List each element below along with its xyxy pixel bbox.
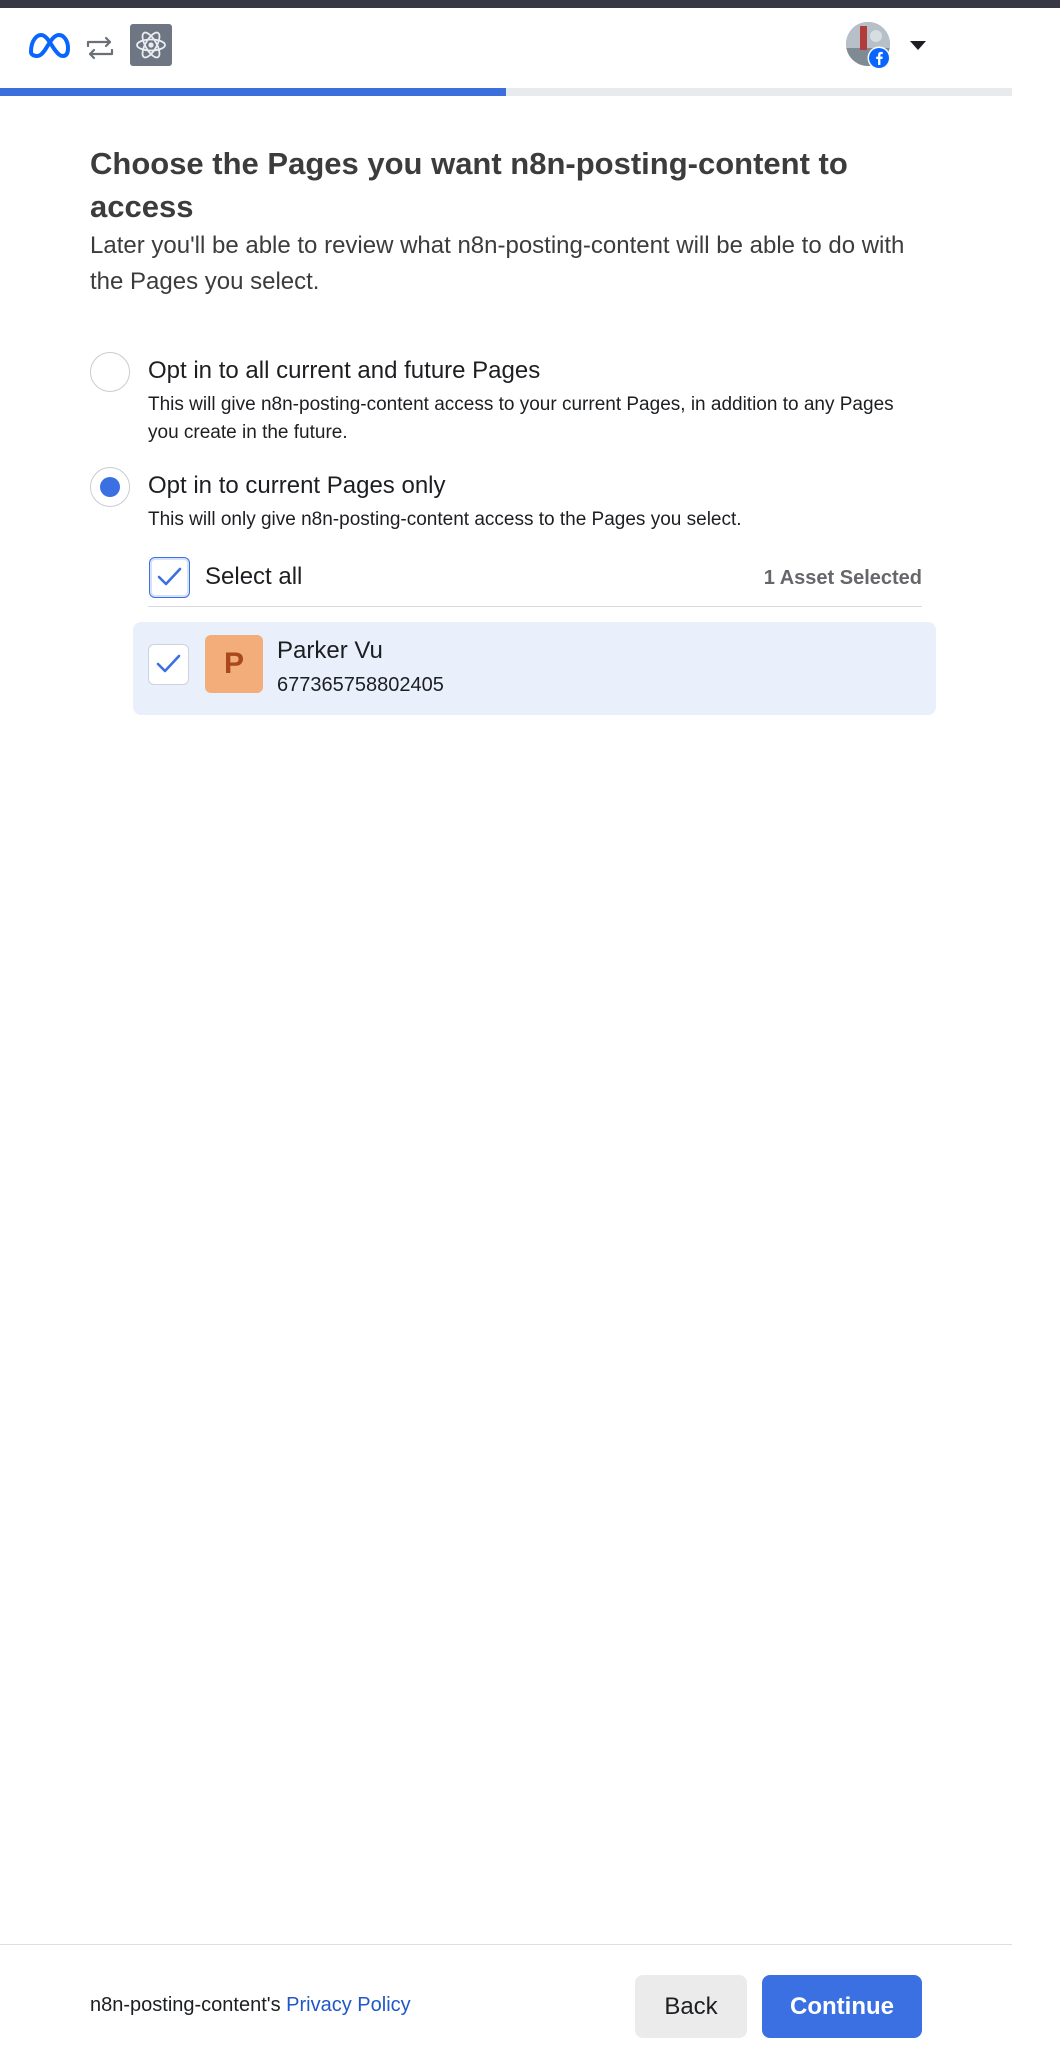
select-all-checkbox[interactable] [149,557,190,598]
arrows-exchange-icon [86,36,114,60]
header [0,8,1012,96]
option-current-pages-title: Opt in to current Pages only [148,472,446,499]
atom-icon [136,31,166,59]
page-checkbox[interactable] [148,644,189,685]
continue-button[interactable]: Continue [762,1975,922,2038]
option-all-pages-title: Opt in to all current and future Pages [148,357,541,384]
radio-all-pages[interactable] [90,352,130,392]
footer-policy: n8n-posting-content's Privacy Policy [90,1992,411,2018]
option-current-pages-description: This will only give n8n-posting-content … [148,509,742,530]
page-title: Choose the Pages you want n8n-posting-co… [90,146,848,224]
radio-current-pages[interactable] [90,467,130,507]
asset-count: 1 Asset Selected [763,567,922,589]
checkmark-icon [156,654,181,673]
page-id: 677365758802405 [277,674,444,696]
meta-infinity-icon [29,33,70,58]
top-strip [0,0,1060,8]
policy-prefix: n8n-posting-content's [90,1994,287,2016]
option-all-pages-description: This will give n8n-posting-content acces… [148,394,894,443]
app-atom-icon [130,24,172,66]
page-avatar: P [205,635,263,693]
page-name: Parker Vu [277,637,383,664]
facebook-icon [867,46,891,70]
checkmark-icon [157,567,182,586]
page-list-item[interactable]: P Parker Vu 677365758802405 [133,622,936,715]
privacy-policy-link[interactable]: Privacy Policy [286,1994,410,2016]
select-all-label: Select all [205,563,303,590]
footer-divider [0,1944,1012,1945]
page-subtitle: Later you'll be able to review what n8n-… [90,232,905,295]
divider [148,606,922,607]
caret-down-icon[interactable] [908,38,928,52]
progress-bar [0,88,1012,96]
back-button[interactable]: Back [635,1975,747,2038]
progress-fill [0,88,506,96]
